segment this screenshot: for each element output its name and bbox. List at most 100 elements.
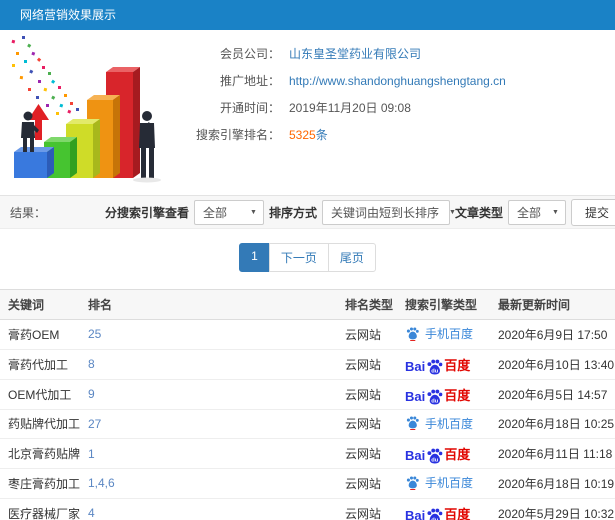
baidu-paw-icon [406, 476, 419, 490]
header-rank-type: 排名类型 [337, 289, 397, 320]
baidu-paw-icon: du [427, 359, 443, 374]
results-table: 关键词 排名 排名类型 搜索引擎类型 最新更新时间 膏药OEM 25 云网站 手 [0, 289, 615, 520]
engine-filter-selected: 全部 [202, 205, 227, 220]
baidu-logo: Bai du 百度 [405, 504, 470, 520]
keyword-cell: 膏药OEM [0, 319, 80, 350]
sort-selected: 关键词由短到长排序 [330, 205, 439, 220]
keyword-cell: 枣庄膏药加工 [0, 468, 80, 499]
update-time-cell: 2020年6月11日 11:18 [490, 438, 615, 469]
engine-filter-select[interactable]: 全部 ▼ [193, 199, 264, 225]
baidu-logo: Bai du 百度 [405, 385, 471, 405]
header-keyword: 关键词 [0, 289, 80, 320]
mobile-baidu-label: 手机百度 [425, 327, 474, 341]
article-type-select[interactable]: 全部 ▼ [507, 199, 566, 225]
engine-rank-row: 搜索引擎排名： 5325条 [185, 121, 615, 148]
rank-type-cell: 云网站 [337, 379, 397, 410]
promo-url-label: 推广地址： [219, 74, 280, 88]
table-row: OEM代加工 9 云网站 Bai du 百度 2020年6月5日 14:57 [0, 379, 615, 410]
company-row: 会员公司： 山东皇圣堂药业有限公司 [185, 40, 615, 67]
baidu-logo-baidu: 百度 [444, 506, 471, 520]
baidu-paw-icon: du [427, 389, 443, 404]
baidu-logo-bai: Bai [405, 358, 426, 374]
baidu-logo-baidu: 百度 [444, 447, 471, 462]
engine-rank-label: 搜索引擎排名： [195, 128, 280, 142]
rank-cell[interactable]: 4 [80, 498, 337, 520]
table-row: 北京膏药贴牌 1 云网站 Bai du 百度 2020年6月11日 11:18 [0, 438, 615, 469]
baidu-logo-bai: Bai [405, 448, 426, 463]
page-1-button[interactable]: 1 [239, 243, 270, 272]
sort-label: 排序方式 [268, 205, 317, 220]
table-row: 枣庄膏药加工 1,4,6 云网站 手机百度 2020年6月18日 10:19 [0, 468, 615, 499]
mobile-baidu-label: 手机百度 [425, 476, 474, 490]
baidu-logo-du: du [432, 398, 440, 404]
keyword-cell: OEM代加工 [0, 379, 80, 410]
chevron-down-icon: ▼ [552, 208, 559, 216]
chevron-down-icon: ▼ [250, 208, 257, 216]
filter-bar: 结果： 分搜索引擎查看 全部 ▼ 排序方式 关键词由短到长排序 ▼ 文章类型 全… [0, 195, 615, 229]
article-type-selected: 全部 [516, 205, 541, 220]
table-row: 医疗器械厂家 4 云网站 Bai du 百度 2020年5月29日 10:32 [0, 498, 615, 520]
table-row: 膏药代加工 8 云网站 Bai du 百度 2020年6月10日 13:40 [0, 349, 615, 380]
table-body: 膏药OEM 25 云网站 手机百度 2020年6月9日 17:50 膏药代加工 … [0, 319, 615, 520]
growth-chart-illustration [0, 30, 185, 188]
pagination: 1 下一页 尾页 [0, 243, 615, 272]
baidu-logo-baidu: 百度 [444, 357, 471, 373]
company-link[interactable]: 山东皇圣堂药业有限公司 [289, 45, 421, 62]
sort-select[interactable]: 关键词由短到长排序 ▼ [321, 199, 456, 225]
next-page-button[interactable]: 下一页 [268, 243, 329, 272]
rank-type-cell: 云网站 [337, 498, 397, 520]
article-type-label: 文章类型 [454, 205, 503, 220]
update-time-cell: 2020年6月18日 10:25 [490, 409, 615, 439]
submit-button[interactable]: 提交 [570, 198, 615, 226]
baidu-logo-du: du [432, 458, 440, 464]
baidu-logo-baidu: 百度 [444, 387, 471, 403]
update-time-cell: 2020年6月5日 14:57 [490, 379, 615, 410]
engine-filter-label: 分搜索引擎查看 [104, 205, 189, 220]
mobile-baidu-logo: 手机百度 [405, 474, 473, 491]
keyword-cell: 药贴牌代加工 [0, 409, 80, 439]
member-info-panel: 会员公司： 山东皇圣堂药业有限公司 推广地址： http://www.shand… [185, 30, 615, 190]
engine-cell: 手机百度 [397, 409, 490, 439]
rank-cell[interactable]: 1,4,6 [80, 468, 337, 499]
table-header-row: 关键词 排名 排名类型 搜索引擎类型 最新更新时间 [0, 289, 615, 320]
baidu-logo: Bai du 百度 [405, 444, 471, 464]
open-time-row: 开通时间： 2019年11月20日 09:08 [185, 94, 615, 121]
baidu-paw-icon: du [427, 508, 443, 520]
promo-url-link[interactable]: http://www.shandonghuangshengtang.cn [289, 74, 506, 88]
page-title: 网络营销效果展示 [0, 0, 615, 30]
update-time-cell: 2020年6月9日 17:50 [490, 319, 615, 350]
update-time-cell: 2020年5月29日 10:32 [490, 498, 615, 520]
rank-cell[interactable]: 27 [80, 409, 337, 439]
last-page-button[interactable]: 尾页 [327, 243, 376, 272]
baidu-paw-icon [406, 327, 419, 341]
table-row: 药贴牌代加工 27 云网站 手机百度 2020年6月18日 10:25 [0, 409, 615, 439]
baidu-paw-icon: du [427, 448, 443, 464]
rank-type-cell: 云网站 [337, 468, 397, 499]
baidu-logo: Bai du 百度 [405, 355, 471, 375]
rank-cell[interactable]: 1 [80, 438, 337, 469]
open-time-label: 开通时间： [219, 101, 280, 115]
engine-rank-value: 5325条 [289, 126, 328, 143]
engine-cell: Bai du 百度 [397, 379, 490, 410]
keyword-cell: 北京膏药贴牌 [0, 438, 80, 469]
confetti-dots [11, 36, 79, 115]
baidu-logo-bai: Bai [405, 388, 426, 404]
baidu-paw-icon [406, 416, 419, 430]
engine-cell: Bai du 百度 [397, 438, 490, 469]
rank-type-cell: 云网站 [337, 438, 397, 469]
engine-cell: Bai du 百度 [397, 498, 490, 520]
ground-shadow [133, 177, 161, 183]
header-update-time: 最新更新时间 [490, 289, 615, 320]
rank-cell[interactable]: 25 [80, 319, 337, 350]
engine-cell: Bai du 百度 [397, 349, 490, 380]
bar-chart-graphic [11, 36, 161, 183]
rank-cell[interactable]: 9 [80, 379, 337, 410]
result-label: 结果： [10, 205, 47, 220]
summary-section: 会员公司： 山东皇圣堂药业有限公司 推广地址： http://www.shand… [0, 30, 615, 190]
update-time-cell: 2020年6月18日 10:19 [490, 468, 615, 499]
engine-rank-unit: 条 [315, 128, 328, 142]
mobile-baidu-logo: 手机百度 [405, 415, 473, 432]
rank-cell[interactable]: 8 [80, 349, 337, 380]
rank-type-cell: 云网站 [337, 349, 397, 380]
mobile-baidu-logo: 手机百度 [405, 325, 473, 342]
